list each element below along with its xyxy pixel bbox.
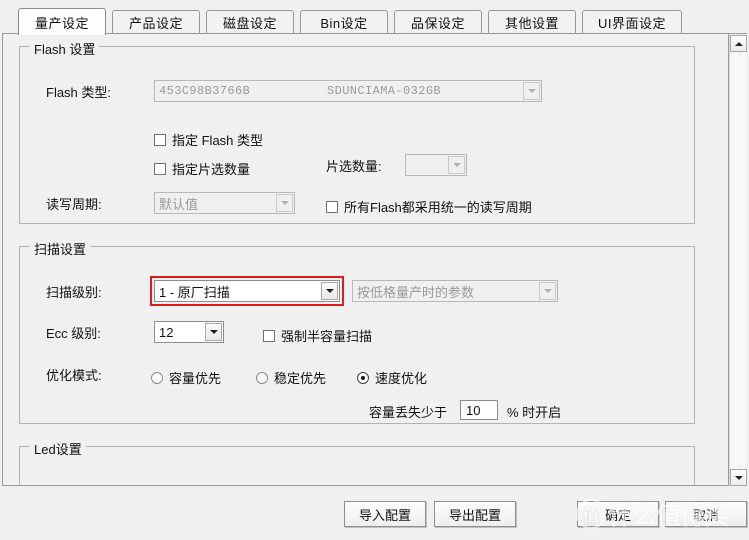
radio-circle-icon bbox=[151, 371, 163, 384]
specify-ce-count-checkbox[interactable]: 指定片选数量 bbox=[154, 159, 250, 178]
chevron-down-icon[interactable] bbox=[205, 323, 222, 341]
rw-cycle-value: 默认值 bbox=[159, 196, 199, 212]
tab-product-settings[interactable]: 产品设定 bbox=[112, 10, 200, 34]
rw-cycle-label: 读写周期: bbox=[46, 197, 102, 212]
tab-label: 量产设定 bbox=[34, 15, 89, 31]
chevron-down-icon[interactable] bbox=[523, 82, 540, 100]
specify-ce-count-label: 指定片选数量 bbox=[172, 162, 251, 177]
capacity-loss-suffix: % 时开启 bbox=[507, 405, 562, 420]
flash-type-name: SDUNCIAMA-032GB bbox=[327, 84, 442, 98]
export-config-button[interactable]: 导出配置 bbox=[434, 501, 516, 527]
scroll-up-button[interactable] bbox=[730, 35, 747, 52]
tab-bin-settings[interactable]: Bin设定 bbox=[300, 10, 388, 34]
ecc-level-label: Ecc 级别: bbox=[46, 326, 101, 341]
ce-count-label: 片选数量: bbox=[326, 159, 382, 174]
radio-label: 稳定优先 bbox=[274, 371, 327, 386]
chevron-down-icon[interactable] bbox=[539, 282, 556, 300]
flash-type-combo-text: 453C98B3766B SDUNCIAMA-032GB bbox=[155, 81, 523, 101]
tab-strip: 量产设定 产品设定 磁盘设定 Bin设定 品保设定 其他设置 UI界面设定 bbox=[0, 8, 749, 35]
ecc-level-value: 12 bbox=[159, 324, 174, 340]
tab-mass-production[interactable]: 量产设定 bbox=[18, 8, 106, 35]
checkbox-box-icon bbox=[326, 200, 338, 213]
scan-level-combo[interactable]: 1 - 原厂扫描 bbox=[154, 280, 340, 302]
checkbox-box-icon bbox=[154, 133, 166, 146]
radio-capacity-priority[interactable]: 容量优先 bbox=[151, 368, 221, 387]
rw-cycle-combo[interactable]: 默认值 bbox=[154, 192, 295, 214]
ce-count-value bbox=[406, 155, 448, 175]
tab-label: Bin设定 bbox=[320, 16, 368, 31]
ce-count-combo[interactable] bbox=[405, 154, 467, 176]
scan-param-combo[interactable]: 按低格量产时的参数 bbox=[352, 280, 558, 302]
flash-type-code: 453C98B3766B bbox=[159, 84, 251, 98]
radio-stability-priority[interactable]: 稳定优先 bbox=[256, 368, 326, 387]
led-settings-title: Led设置 bbox=[30, 439, 86, 458]
unified-rw-cycle-checkbox[interactable]: 所有Flash都采用统一的读写周期 bbox=[326, 197, 532, 216]
tab-label: 其他设置 bbox=[504, 16, 559, 31]
chevron-down-icon[interactable] bbox=[276, 194, 293, 212]
scan-param-value: 按低格量产时的参数 bbox=[357, 284, 475, 300]
chevron-up-icon bbox=[734, 41, 743, 46]
radio-speed-optimize[interactable]: 速度优化 bbox=[357, 368, 427, 387]
radio-circle-icon bbox=[357, 371, 369, 384]
ecc-level-combo[interactable]: 12 bbox=[154, 321, 224, 343]
unified-rw-cycle-label: 所有Flash都采用统一的读写周期 bbox=[344, 200, 532, 215]
capacity-loss-input[interactable]: 10 bbox=[460, 400, 498, 420]
cancel-button[interactable]: 取消 bbox=[665, 501, 747, 527]
flash-settings-title: Flash 设置 bbox=[30, 39, 100, 58]
settings-pane: Flash 设置 Flash 类型: 453C98B3766B SDUNCIAM… bbox=[2, 34, 729, 486]
tab-other-settings[interactable]: 其他设置 bbox=[488, 10, 576, 34]
chevron-down-icon bbox=[734, 475, 743, 480]
led-settings-group: Led设置 bbox=[19, 439, 695, 485]
radio-label: 容量优先 bbox=[169, 371, 222, 386]
specify-flash-type-label: 指定 Flash 类型 bbox=[172, 133, 264, 148]
tab-label: UI界面设定 bbox=[597, 16, 666, 31]
scrollbar-track[interactable] bbox=[730, 52, 746, 469]
checkbox-box-icon bbox=[154, 162, 166, 175]
chevron-down-icon[interactable] bbox=[321, 282, 338, 300]
tab-label: 产品设定 bbox=[128, 16, 183, 31]
tab-ui-settings[interactable]: UI界面设定 bbox=[582, 10, 682, 34]
scan-level-label: 扫描级别: bbox=[46, 285, 102, 300]
scan-level-value: 1 - 原厂扫描 bbox=[159, 284, 230, 300]
force-half-capacity-checkbox[interactable]: 强制半容量扫描 bbox=[263, 326, 372, 345]
optimize-mode-label: 优化模式: bbox=[46, 368, 102, 383]
tab-quality-settings[interactable]: 品保设定 bbox=[394, 10, 482, 34]
vertical-scrollbar[interactable] bbox=[729, 35, 747, 486]
radio-circle-icon bbox=[256, 371, 268, 384]
flash-type-label: Flash 类型: bbox=[46, 85, 112, 100]
scroll-down-button[interactable] bbox=[730, 469, 747, 486]
radio-label: 速度优化 bbox=[375, 371, 428, 386]
capacity-loss-prefix: 容量丢失少于 bbox=[369, 405, 448, 420]
tab-label: 磁盘设定 bbox=[222, 16, 277, 31]
specify-flash-type-checkbox[interactable]: 指定 Flash 类型 bbox=[154, 130, 263, 149]
dialog-window: 量产设定 产品设定 磁盘设定 Bin设定 品保设定 其他设置 UI界面设定 Fl… bbox=[0, 0, 749, 540]
checkbox-box-icon bbox=[263, 329, 275, 342]
force-half-capacity-label: 强制半容量扫描 bbox=[281, 329, 373, 344]
import-config-button[interactable]: 导入配置 bbox=[344, 501, 426, 527]
flash-settings-group: Flash 设置 Flash 类型: 453C98B3766B SDUNCIAM… bbox=[19, 39, 695, 224]
flash-type-combo[interactable]: 453C98B3766B SDUNCIAMA-032GB bbox=[154, 80, 542, 102]
tab-disk-settings[interactable]: 磁盘设定 bbox=[206, 10, 294, 34]
scan-settings-group: 扫描设置 扫描级别: 1 - 原厂扫描 按低格量产时的参数 Ecc 级别: 12… bbox=[19, 239, 695, 424]
scan-settings-title: 扫描设置 bbox=[30, 239, 91, 258]
tab-label: 品保设定 bbox=[410, 16, 465, 31]
ok-button[interactable]: 确定 bbox=[577, 501, 659, 527]
chevron-down-icon[interactable] bbox=[448, 156, 465, 174]
